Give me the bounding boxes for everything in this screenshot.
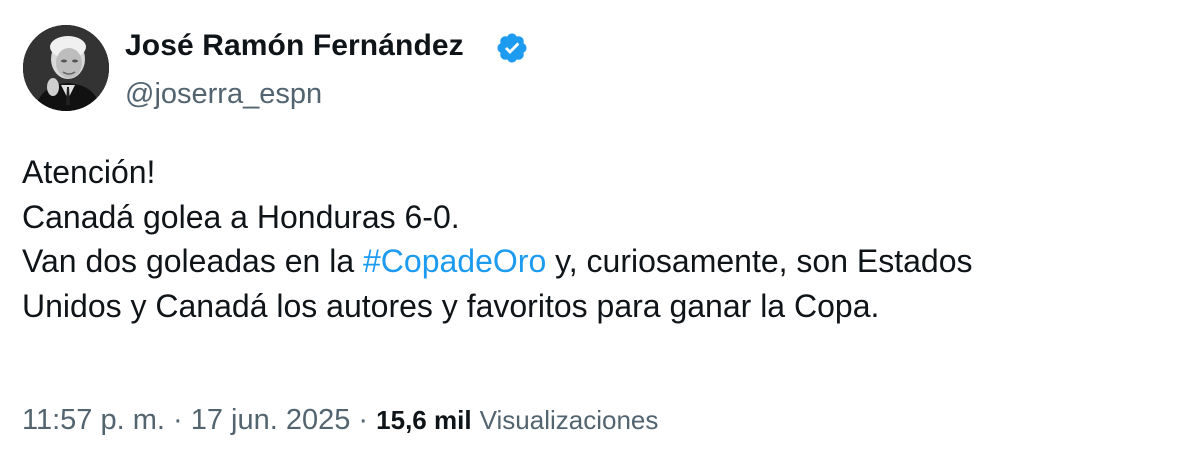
avatar-image — [23, 25, 109, 111]
tweet-card: José Ramón Fernández @joserra_espn Atenc… — [0, 0, 1200, 472]
tweet-date[interactable]: 17 jun. 2025 — [191, 404, 351, 436]
tweet-line-4: Unidos y Canadá los autores y favoritos … — [22, 287, 880, 324]
tweet-time[interactable]: 11:57 p. m. — [22, 404, 165, 436]
views-count: 15,6 mil — [376, 405, 472, 435]
author-name[interactable]: José Ramón Fernández — [125, 26, 464, 66]
tweet-line-2: Canadá golea a Honduras 6-0. — [22, 198, 460, 235]
avatar[interactable] — [23, 25, 109, 111]
meta-separator: · — [164, 404, 191, 436]
meta-separator: · — [350, 404, 377, 436]
views-label: Visualizaciones — [479, 405, 659, 435]
tweet-text: Atención! Canadá golea a Honduras 6-0. V… — [22, 150, 1182, 328]
tweet-meta: 11:57 p. m. · 17 jun. 2025 · 15,6 mil Vi… — [22, 400, 658, 440]
tweet-line-3-end: y, curiosamente, son Estados — [546, 243, 973, 279]
hashtag-link[interactable]: #CopadeOro — [363, 243, 546, 279]
tweet-line-3-start: Van dos goleadas en la — [22, 243, 363, 279]
tweet-line-3: Van dos goleadas en la #CopadeOro y, cur… — [22, 239, 1182, 284]
tweet-line-1: Atención! — [22, 154, 156, 190]
author-handle[interactable]: @joserra_espn — [125, 75, 322, 113]
verified-check-icon — [497, 33, 527, 63]
